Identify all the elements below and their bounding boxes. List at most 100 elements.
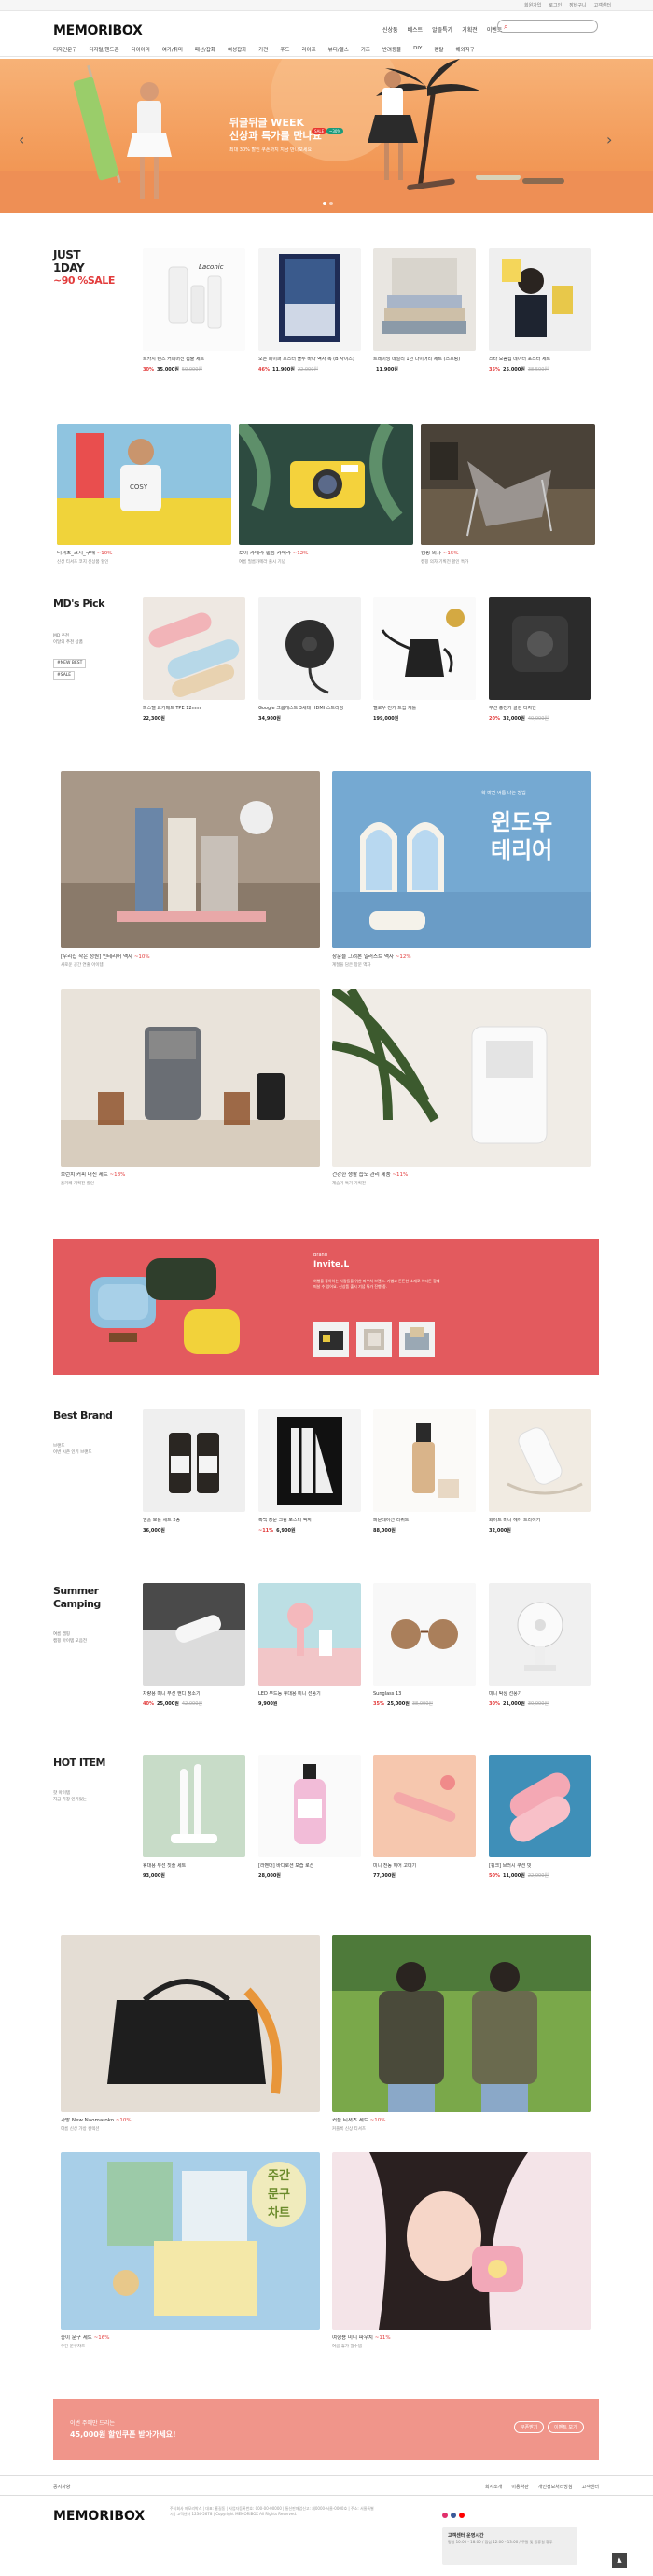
promo-card[interactable]: 커플 티셔츠 세트 ~10% 커플룩 신상 티셔츠 xyxy=(332,1935,591,2132)
product-card[interactable]: 화이트 미니 헤어 드라이기 32,000원 xyxy=(489,1409,591,1533)
promo-card[interactable]: 브런치 커피 머신 세트 ~18% 홈카페 기획전 할인 xyxy=(61,989,320,1186)
price: 21,000원 xyxy=(502,1701,525,1707)
promo-desc: 새로운 공간 연출 아이템 xyxy=(61,963,104,968)
gnb-item[interactable]: 푸드 xyxy=(280,46,289,53)
promo-card[interactable]: 주간 문구 차트 종이 문구 세트 ~16% 주간 문구차트 xyxy=(61,2152,320,2349)
gnb-item[interactable]: 디지털/핸드폰 xyxy=(89,46,118,53)
price: 11,000원 xyxy=(502,1873,525,1879)
gnb-item[interactable]: 가전 xyxy=(258,46,268,53)
product-card[interactable]: 오픈 페이퍼 포스터 블루 바다 액자 폭 (B 사이즈) 46% 11,900원… xyxy=(258,248,361,372)
footer-notice-link[interactable]: 공지사항 xyxy=(53,2484,70,2490)
gnb-item[interactable]: 반려동물 xyxy=(382,46,401,53)
banner-thumb[interactable] xyxy=(356,1322,392,1357)
banner-illustration xyxy=(90,1258,240,1354)
footer-link[interactable]: 이용약관 xyxy=(511,2484,528,2490)
promo-card[interactable]: 가방 New Naomaroko ~10% 여름 신상 가방 컬렉션 xyxy=(61,1935,320,2132)
banner-thumb[interactable] xyxy=(399,1322,435,1357)
justday-sale: ~90 %SALE xyxy=(53,274,115,287)
search-input[interactable]: ⌕ xyxy=(497,20,598,33)
promo-card[interactable]: [우리집 작은 정원] 인테리어 액자 ~10% 새로운 공간 연출 아이템 xyxy=(61,771,320,968)
hero-next-arrow-icon[interactable]: › xyxy=(606,131,612,148)
product-card[interactable]: 파스텔 요가매트 TPE 12mm 22,300원 xyxy=(143,597,245,721)
nav-deal[interactable]: 알뜰특가 xyxy=(432,25,452,34)
product-name: 파스텔 요가매트 TPE 12mm xyxy=(143,706,201,711)
product-card[interactable]: [핑크] 브러시 쿠션 빗 50% 11,000원 22,000원 xyxy=(489,1755,591,1879)
product-card[interactable]: Sunglass 13 35% 25,000원 38,000원 xyxy=(373,1583,476,1707)
brand-banner[interactable]: Brand Invite.L 여행을 좋아하는 사람들을 위한 파우치 브랜드.… xyxy=(53,1239,599,1375)
product-name: Sunglass 13 xyxy=(373,1691,402,1697)
product-card[interactable]: 파운데이션 리퀴드 88,000원 xyxy=(373,1409,476,1533)
nav-best[interactable]: 베스트 xyxy=(408,25,424,34)
hero-banner[interactable]: 뒤글뒤글 WEEK 신상과 특가를 만나요 SALE ~30% 최대 30% 할… xyxy=(0,59,653,213)
footer-link[interactable]: 고객센터 xyxy=(582,2484,599,2490)
top-link-cart[interactable]: 장바구니 xyxy=(569,2,586,8)
site-logo[interactable]: MEMORIBOX xyxy=(53,23,143,38)
top-link-cs[interactable]: 고객센터 xyxy=(594,2,611,8)
gnb-item[interactable]: 라이프 xyxy=(301,46,315,53)
promo-card[interactable]: 여행용 미니 파우치 ~11% 여름 휴가 필수템 xyxy=(332,2152,591,2349)
product-price: 11,900원 xyxy=(373,366,476,372)
promo-card[interactable]: COSY 티셔츠_코지_구매 ~10% 신상 티셔츠 코지 신상품 할인 xyxy=(57,424,231,565)
nav-plan[interactable]: 기획전 xyxy=(462,25,478,34)
product-card[interactable]: Google 크롬캐스트 3세대 HDMI 스트리밍 34,900원 xyxy=(258,597,361,721)
product-card[interactable]: 휴대용 무선 칫솔 세트 93,000원 xyxy=(143,1755,245,1879)
instagram-icon[interactable] xyxy=(442,2513,448,2518)
footer-logo[interactable]: MEMORIBOX xyxy=(53,2509,145,2524)
product-card[interactable]: 무선 충전기 클린 디자인 20% 32,000원 40,000원 xyxy=(489,597,591,721)
gnb-item[interactable]: 다이어리 xyxy=(132,46,150,53)
product-price: 35% 25,000원 38,500원 xyxy=(489,366,591,372)
nav-new[interactable]: 신상품 xyxy=(382,25,398,34)
gnb-item[interactable]: 해외직구 xyxy=(455,46,474,53)
scroll-top-arrow-icon[interactable]: ▲ xyxy=(612,2553,627,2568)
product-card[interactable]: 미니 전동 헤어 고데기 77,000원 xyxy=(373,1755,476,1879)
gnb-item[interactable]: DIY xyxy=(413,46,422,53)
pagination-dot[interactable] xyxy=(323,202,326,205)
product-card[interactable]: [라벤더] 바디로션 보습 로션 28,000원 xyxy=(258,1755,361,1879)
top-link-login[interactable]: 로그인 xyxy=(549,2,562,8)
summer-desc-line2: 캠핑 아이템 모음전 xyxy=(53,1639,87,1644)
search-icon[interactable]: ⌕ xyxy=(504,22,507,31)
product-card[interactable]: 앰플 보틀 세트 2종 36,000원 xyxy=(143,1409,245,1533)
product-image xyxy=(373,1409,476,1512)
product-card[interactable]: 트레이딩 데일리 1년 다이어리 세트 (스프링) 11,900원 xyxy=(373,248,476,372)
product-card[interactable]: 흑백 창문 그림 포스터 액자 ~11% 6,900원 xyxy=(258,1409,361,1533)
mdpick-tag[interactable]: #NEW BEST xyxy=(53,659,87,668)
promo-card[interactable]: 건강한 생활 습도 관리 제품 ~11% 제습기 특가 기획전 xyxy=(332,989,591,1186)
promo-card[interactable]: 확 바뀐 여름 나는 방법 윈도우 테리어 창문을 그려본 일러스트 액자 ~1… xyxy=(332,771,591,968)
promo-card[interactable]: 캠핑 의자 ~15% 캠핑 의자 기획전 할인 특가 xyxy=(421,424,595,565)
top-link-signup[interactable]: 회원가입 xyxy=(524,2,541,8)
product-name: 미니 탁상 선풍기 xyxy=(489,1691,522,1697)
gnb-item[interactable]: 디자인문구 xyxy=(53,46,76,53)
product-card[interactable]: 스타 모음집 데이터 포스터 세트 35% 25,000원 38,500원 xyxy=(489,248,591,372)
footer-link[interactable]: 회사소개 xyxy=(485,2484,502,2490)
product-image xyxy=(258,1409,361,1512)
product-card[interactable]: 차량용 미니 무선 핸디 청소기 40% 25,000원 42,000원 xyxy=(143,1583,245,1707)
product-card[interactable]: 펠로우 전기 드립 케틀 199,000원 xyxy=(373,597,476,721)
coupon-get-button[interactable]: 쿠폰받기 xyxy=(514,2421,545,2433)
promo-card[interactable]: 토이 카메라 필름 카메라 ~12% 여름 필름카메라 출시 기념 xyxy=(239,424,413,565)
gnb-item[interactable]: 여성잡화 xyxy=(228,46,246,53)
product-card[interactable]: 미니 탁상 선풍기 30% 21,000원 30,000원 xyxy=(489,1583,591,1707)
gnb-item[interactable]: 패션/잡화 xyxy=(195,46,215,53)
summer-title-line1: Summer xyxy=(53,1585,99,1597)
facebook-icon[interactable] xyxy=(451,2513,456,2518)
banner-thumb[interactable] xyxy=(313,1322,349,1357)
promo-desc: 제습기 특가 기획전 xyxy=(332,1182,366,1186)
product-card[interactable]: Laconic 르카지 렌즈 커피머신 캡슐 세트 30% 35,000원 50,0… xyxy=(143,248,245,372)
coupon-banner[interactable]: 이번 주에만 드리는 45,000원 할인쿠폰 받아가세요! 쿠폰받기 이벤트 … xyxy=(53,2399,599,2460)
gnb-item[interactable]: 렌탈 xyxy=(434,46,443,53)
gnb-item[interactable]: 여가/취미 xyxy=(162,46,183,53)
product-card[interactable]: LED 무드등 휴대용 미니 선풍기 9,900원 xyxy=(258,1583,361,1707)
coupon-event-button[interactable]: 이벤트 보기 xyxy=(548,2421,584,2433)
pagination-dot[interactable] xyxy=(329,202,333,205)
chart-ad-line3: 차트 xyxy=(268,2206,290,2220)
youtube-icon[interactable] xyxy=(459,2513,465,2518)
footer-link[interactable]: 개인정보처리방침 xyxy=(538,2484,573,2490)
mdpick-tag[interactable]: #SALE xyxy=(53,671,76,680)
hero-prev-arrow-icon[interactable]: ‹ xyxy=(19,131,24,148)
product-name: 무선 충전기 클린 디자인 xyxy=(489,706,536,711)
product-image xyxy=(143,1755,245,1857)
chart-ad-label: 주간 문구 차트 xyxy=(252,2162,306,2227)
gnb-item[interactable]: 키즈 xyxy=(361,46,370,53)
gnb-item[interactable]: 뷰티/헬스 xyxy=(328,46,349,53)
